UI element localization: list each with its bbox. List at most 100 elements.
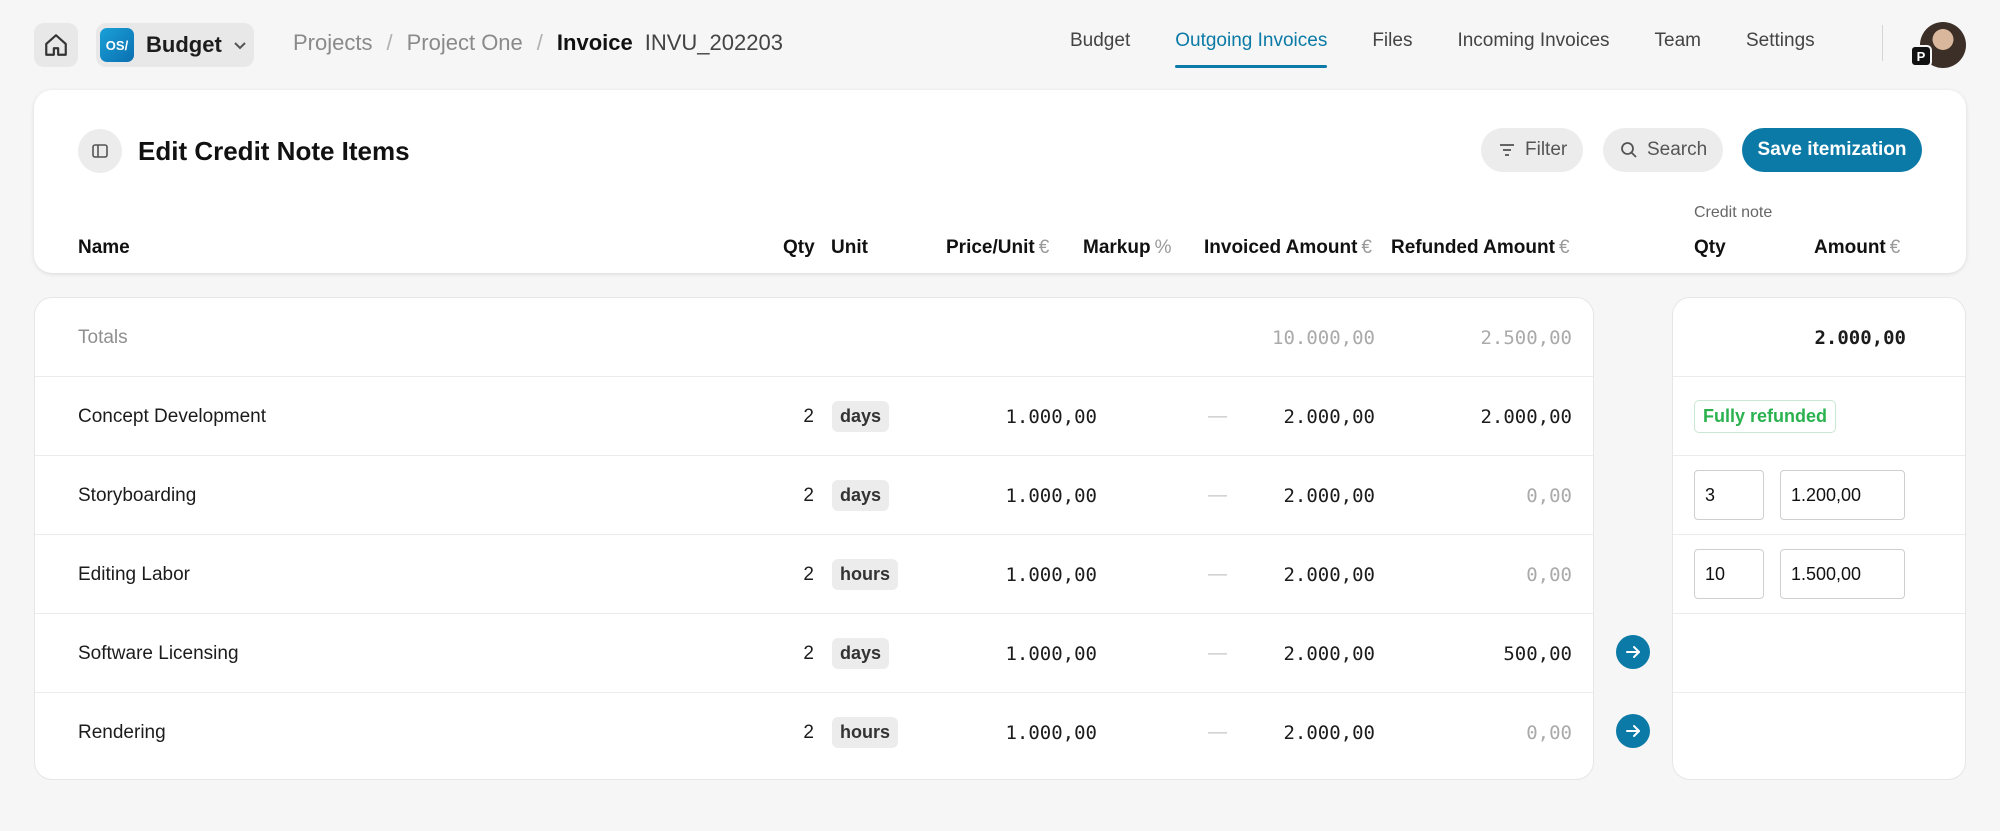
item-price: 1.000,00 <box>1005 405 1097 428</box>
breadcrumb-project[interactable]: Project One <box>407 30 523 56</box>
item-qty: 2 <box>803 405 814 427</box>
item-unit: days <box>832 401 890 432</box>
breadcrumb-separator: / <box>386 30 393 55</box>
item-refunded: 0,00 <box>1526 484 1572 507</box>
item-name: Concept Development <box>78 405 266 427</box>
col-markup-label: Markup <box>1083 237 1151 258</box>
totals-refunded: 2.500,00 <box>1480 326 1572 349</box>
transfer-row-button[interactable] <box>1616 635 1650 669</box>
credit-note-label: Credit note <box>1694 204 1773 221</box>
item-refunded: 0,00 <box>1526 563 1572 586</box>
item-qty: 2 <box>803 484 814 506</box>
nav-team[interactable]: Team <box>1655 30 1701 68</box>
table-row[interactable]: Editing Labor 2 hours 1.000,00 — 2.000,0… <box>35 535 1593 614</box>
top-navigation: Budget Outgoing Invoices Files Incoming … <box>1070 30 1860 68</box>
credit-note-panel: 2.000,00 Fully refunded 3 1.200,00 10 1.… <box>1672 297 1966 780</box>
col-refunded-currency: € <box>1558 237 1570 258</box>
col-refunded-label: Refunded Amount <box>1391 237 1555 258</box>
totals-label: Totals <box>78 326 128 348</box>
col-unit-label: Unit <box>831 237 868 258</box>
credit-total-amount: 2.000,00 <box>1814 326 1906 349</box>
nav-files[interactable]: Files <box>1372 30 1412 68</box>
col-price-unit[interactable]: Price/Unit € <box>946 237 1049 259</box>
col-invoiced-amount[interactable]: Invoiced Amount € <box>1204 237 1372 259</box>
header-card: Edit Credit Note Items Filter Search Sav… <box>34 90 1966 273</box>
col-price-currency: € <box>1038 237 1050 258</box>
credit-row: 10 1.500,00 <box>1673 535 1965 614</box>
breadcrumb: Projects / Project One / Invoice INVU_20… <box>293 30 783 56</box>
col-credit-amount-currency: € <box>1889 237 1901 258</box>
chevron-down-icon <box>234 42 246 50</box>
table-row[interactable]: Rendering 2 hours 1.000,00 — 2.000,00 0,… <box>35 693 1593 772</box>
col-credit-qty[interactable]: Qty <box>1694 237 1726 259</box>
breadcrumb-projects[interactable]: Projects <box>293 30 372 56</box>
item-qty: 2 <box>803 721 814 743</box>
credit-amount-input[interactable]: 1.500,00 <box>1780 549 1905 599</box>
col-credit-qty-label: Qty <box>1694 237 1726 258</box>
table-row[interactable]: Software Licensing 2 days 1.000,00 — 2.0… <box>35 614 1593 693</box>
item-refunded: 2.000,00 <box>1480 405 1572 428</box>
search-label: Search <box>1647 139 1708 160</box>
col-invoiced-currency: € <box>1361 237 1372 258</box>
save-itemization-button[interactable]: Save itemization <box>1742 128 1922 172</box>
workspace-badge: P <box>1910 45 1932 67</box>
item-price: 1.000,00 <box>1005 721 1097 744</box>
item-name: Rendering <box>78 721 166 743</box>
status-badge: Fully refunded <box>1694 400 1837 433</box>
totals-row: Totals 10.000,00 2.500,00 <box>35 298 1593 377</box>
col-credit-amount[interactable]: Amount € <box>1814 237 1900 259</box>
breadcrumb-separator: / <box>536 30 543 55</box>
item-unit: days <box>832 638 890 669</box>
nav-outgoing-invoices[interactable]: Outgoing Invoices <box>1175 30 1328 68</box>
sidebar-icon <box>92 144 108 158</box>
items-table: Totals 10.000,00 2.500,00 Concept Develo… <box>34 297 1594 780</box>
col-invoiced-label: Invoiced Amount <box>1204 237 1358 258</box>
col-qty-label: Qty <box>783 237 815 258</box>
invoice-number: INVU_202203 <box>644 30 783 55</box>
credit-qty-input[interactable]: 10 <box>1694 549 1764 599</box>
credit-totals-row: 2.000,00 <box>1673 298 1965 377</box>
nav-incoming-invoices[interactable]: Incoming Invoices <box>1457 30 1609 68</box>
item-name: Software Licensing <box>78 642 239 664</box>
toggle-sidebar-button[interactable] <box>78 129 122 173</box>
item-unit: hours <box>832 559 899 590</box>
search-button[interactable]: Search <box>1603 128 1724 172</box>
item-name: Storyboarding <box>78 484 197 506</box>
transfer-row-button[interactable] <box>1616 714 1650 748</box>
app-logo: OS/ <box>100 28 134 62</box>
item-price: 1.000,00 <box>1005 642 1097 665</box>
table-row[interactable]: Concept Development 2 days 1.000,00 — 2.… <box>35 377 1593 456</box>
col-name-label: Name <box>78 237 130 258</box>
item-price: 1.000,00 <box>1005 563 1097 586</box>
home-icon <box>45 34 67 56</box>
item-unit: days <box>832 480 890 511</box>
col-refunded-amount[interactable]: Refunded Amount € <box>1391 237 1570 259</box>
col-name[interactable]: Name <box>78 237 130 259</box>
credit-amount-input[interactable]: 1.200,00 <box>1780 470 1905 520</box>
item-name: Editing Labor <box>78 563 190 585</box>
credit-row <box>1673 693 1965 772</box>
item-refunded: 500,00 <box>1503 642 1572 665</box>
app-switcher[interactable]: OS/ Budget <box>96 23 254 67</box>
credit-qty-input[interactable]: 3 <box>1694 470 1764 520</box>
nav-settings[interactable]: Settings <box>1746 30 1815 68</box>
item-refunded: 0,00 <box>1526 721 1572 744</box>
table-row[interactable]: Storyboarding 2 days 1.000,00 — 2.000,00… <box>35 456 1593 535</box>
col-credit-amount-label: Amount <box>1814 237 1886 258</box>
home-button[interactable] <box>34 23 78 67</box>
credit-row: 3 1.200,00 <box>1673 456 1965 535</box>
item-unit: hours <box>832 717 899 748</box>
credit-row: Fully refunded <box>1673 377 1965 456</box>
col-unit[interactable]: Unit <box>831 237 868 259</box>
page-title: Edit Credit Note Items <box>138 136 410 166</box>
nav-divider <box>1882 25 1883 61</box>
filter-icon <box>1500 144 1514 156</box>
breadcrumb-current: Invoice <box>556 30 633 55</box>
col-markup[interactable]: Markup% <box>1083 237 1171 259</box>
item-qty: 2 <box>803 642 814 664</box>
nav-budget[interactable]: Budget <box>1070 30 1130 68</box>
col-qty[interactable]: Qty <box>783 237 815 259</box>
item-price: 1.000,00 <box>1005 484 1097 507</box>
filter-button[interactable]: Filter <box>1481 128 1584 172</box>
col-price-label: Price/Unit <box>946 237 1035 258</box>
